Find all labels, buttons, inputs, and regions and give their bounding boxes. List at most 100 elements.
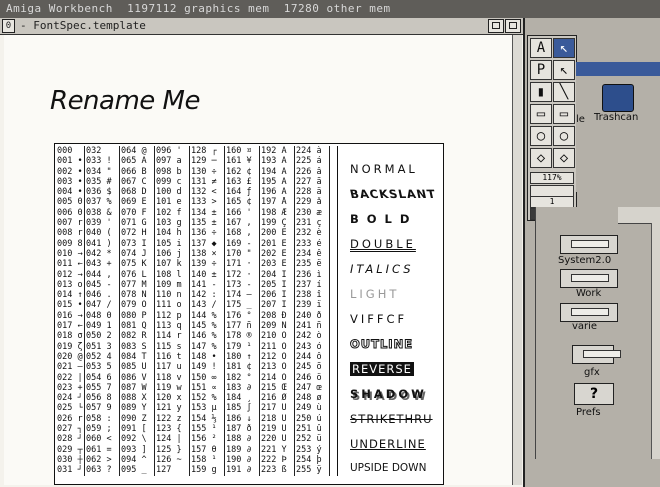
disk-icon[interactable]: [560, 235, 618, 254]
toolbox-tool-7[interactable]: ▭: [553, 104, 575, 124]
char-cell: 054 6: [86, 372, 112, 383]
char-cell: 122 z: [156, 413, 182, 424]
char-cell: 020 @: [57, 351, 83, 362]
char-cell: 152 %: [191, 393, 217, 404]
page-heading: Rename Me: [50, 86, 201, 116]
char-cell: 063 ?: [86, 465, 112, 476]
trashcan-label[interactable]: Trashcan: [594, 112, 638, 123]
disks-window-title[interactable]: [618, 207, 660, 224]
sample-strikethru: STRIKETHRU: [350, 412, 433, 426]
char-cell: 185 ∫: [226, 403, 252, 414]
disk-icon[interactable]: [560, 269, 618, 288]
disk-label-gfx[interactable]: gfx: [584, 367, 600, 378]
char-cell: 172 ·: [226, 269, 252, 280]
close-gadget[interactable]: 0: [2, 19, 15, 33]
char-cell: 241 ñ: [296, 321, 322, 332]
char-cell: 047 /: [86, 300, 112, 311]
char-cell: 129 ─: [191, 156, 217, 167]
char-cell: 068 D: [121, 187, 147, 198]
disk-icon[interactable]: [572, 345, 621, 364]
char-cell: 142 :: [191, 290, 217, 301]
char-cell: 065 A: [121, 156, 147, 167]
char-cell: 196 Ä: [261, 187, 287, 198]
char-cell: 247 œ: [296, 382, 322, 393]
sample-double: DOUBLE: [350, 237, 416, 251]
char-cell: 036 $: [86, 187, 112, 198]
char-column: 128 ┌ 129 ─ 130 ÷ 131 ≠ 132 <133 >134 ±135 ±…: [191, 146, 225, 476]
char-cell: 000: [57, 146, 73, 156]
char-column: 000 001 • 002 • 003 • 004 • 005 0 006 0 007 r 00…: [57, 146, 85, 476]
char-column: 096 ' 097 a 098 b 099 c 100 d 101 e 102 f 103 g…: [156, 146, 190, 476]
char-cell: 232 è: [296, 228, 322, 239]
char-cell: 003 •: [57, 176, 83, 187]
toolbox-tool-6[interactable]: ▭: [530, 104, 552, 124]
char-cell: 072 H: [121, 228, 147, 239]
prefs-drawer-icon[interactable]: ?: [574, 383, 614, 405]
screen-title-bar: Amiga Workbench 1197112 graphics mem 172…: [0, 0, 660, 18]
sample-backslant: BACKSLANT: [348, 187, 438, 201]
char-cell: 137 ◆: [191, 238, 217, 249]
char-cell: 037 %: [86, 197, 112, 208]
char-cell: 049 1: [86, 321, 112, 332]
char-cell: 040 (: [86, 228, 112, 239]
char-cell: 017 ←: [57, 321, 83, 332]
char-cell: 092 \: [121, 434, 147, 445]
disks-window-scrollbar[interactable]: [651, 223, 660, 459]
toolbox-tool-9[interactable]: ○: [553, 126, 575, 146]
toolbox-tool-0[interactable]: A: [530, 38, 552, 58]
disk-label-prefs[interactable]: Prefs: [576, 407, 601, 418]
char-cell: 212 Ô: [261, 351, 287, 362]
char-cell: 211 Ó: [261, 341, 287, 352]
char-cell: 013 o: [57, 279, 83, 290]
char-cell: 160 ¤: [226, 146, 252, 156]
char-cell: 183 ∂: [226, 382, 252, 393]
sample-light: LIGHT: [350, 287, 400, 301]
char-cell: 091 [: [121, 424, 147, 435]
toolbox-tool-8[interactable]: ○: [530, 126, 552, 146]
char-cell: 078 N: [121, 290, 147, 301]
trashcan-icon[interactable]: [602, 84, 634, 112]
drawer-title-bar[interactable]: [576, 62, 660, 76]
char-cell: 105 i: [156, 238, 182, 249]
toolbox-tool-1[interactable]: ↖: [553, 38, 575, 58]
char-cell: 251 û: [296, 424, 322, 435]
window-title: - FontSpec.template: [20, 19, 146, 32]
disk-icon[interactable]: [560, 303, 618, 322]
char-cell: 179 ¹: [226, 341, 252, 352]
char-cell: 193 Á: [261, 156, 287, 167]
char-cell: 021 —: [57, 362, 83, 373]
char-cell: 107 k: [156, 259, 182, 270]
disk-label-system[interactable]: System2.0: [558, 255, 611, 266]
zoom-gadget[interactable]: [488, 19, 504, 33]
char-cell: 070 F: [121, 207, 147, 218]
char-cell: 106 j: [156, 248, 182, 259]
depth-gadget[interactable]: [505, 19, 521, 33]
char-cell: 228 ä: [296, 187, 322, 198]
toolbox-tool-4[interactable]: ▮: [530, 82, 552, 102]
char-cell: 208 Ð: [261, 310, 287, 321]
sample-normal: NORMAL: [350, 162, 418, 176]
char-cell: 209 Ñ: [261, 321, 287, 332]
char-cell: 243 ó: [296, 341, 322, 352]
char-cell: 057 9: [86, 403, 112, 414]
toolbox-tool-2[interactable]: P: [530, 60, 552, 80]
disk-label-work[interactable]: Work: [576, 288, 601, 299]
char-cell: 043 +: [86, 259, 112, 270]
char-cell: 167 ,: [226, 218, 252, 229]
char-cell: 139 ÷: [191, 259, 217, 270]
char-cell: 133 >: [191, 197, 217, 208]
window-title-bar[interactable]: 0 - FontSpec.template: [0, 18, 523, 35]
disk-label-varie[interactable]: varie: [572, 321, 597, 332]
toolbox-tool-5[interactable]: ╲: [553, 82, 575, 102]
toolbox-tool-10[interactable]: ◇: [530, 148, 552, 168]
char-cell: 155 ¹: [191, 424, 217, 435]
char-cell: 135 ±: [191, 218, 217, 229]
character-table: 000 001 • 002 • 003 • 004 • 005 0 006 0 007 r 00…: [57, 146, 337, 476]
sample-italics: ITALICS: [350, 262, 414, 276]
char-cell: 197 Å: [261, 197, 287, 208]
vertical-scrollbar[interactable]: [512, 35, 522, 485]
char-cell: 229 å: [296, 197, 322, 208]
toolbox-tool-3[interactable]: ↖: [553, 60, 575, 80]
char-cell: 045 -: [86, 279, 112, 290]
toolbox-tool-11[interactable]: ◇: [553, 148, 575, 168]
